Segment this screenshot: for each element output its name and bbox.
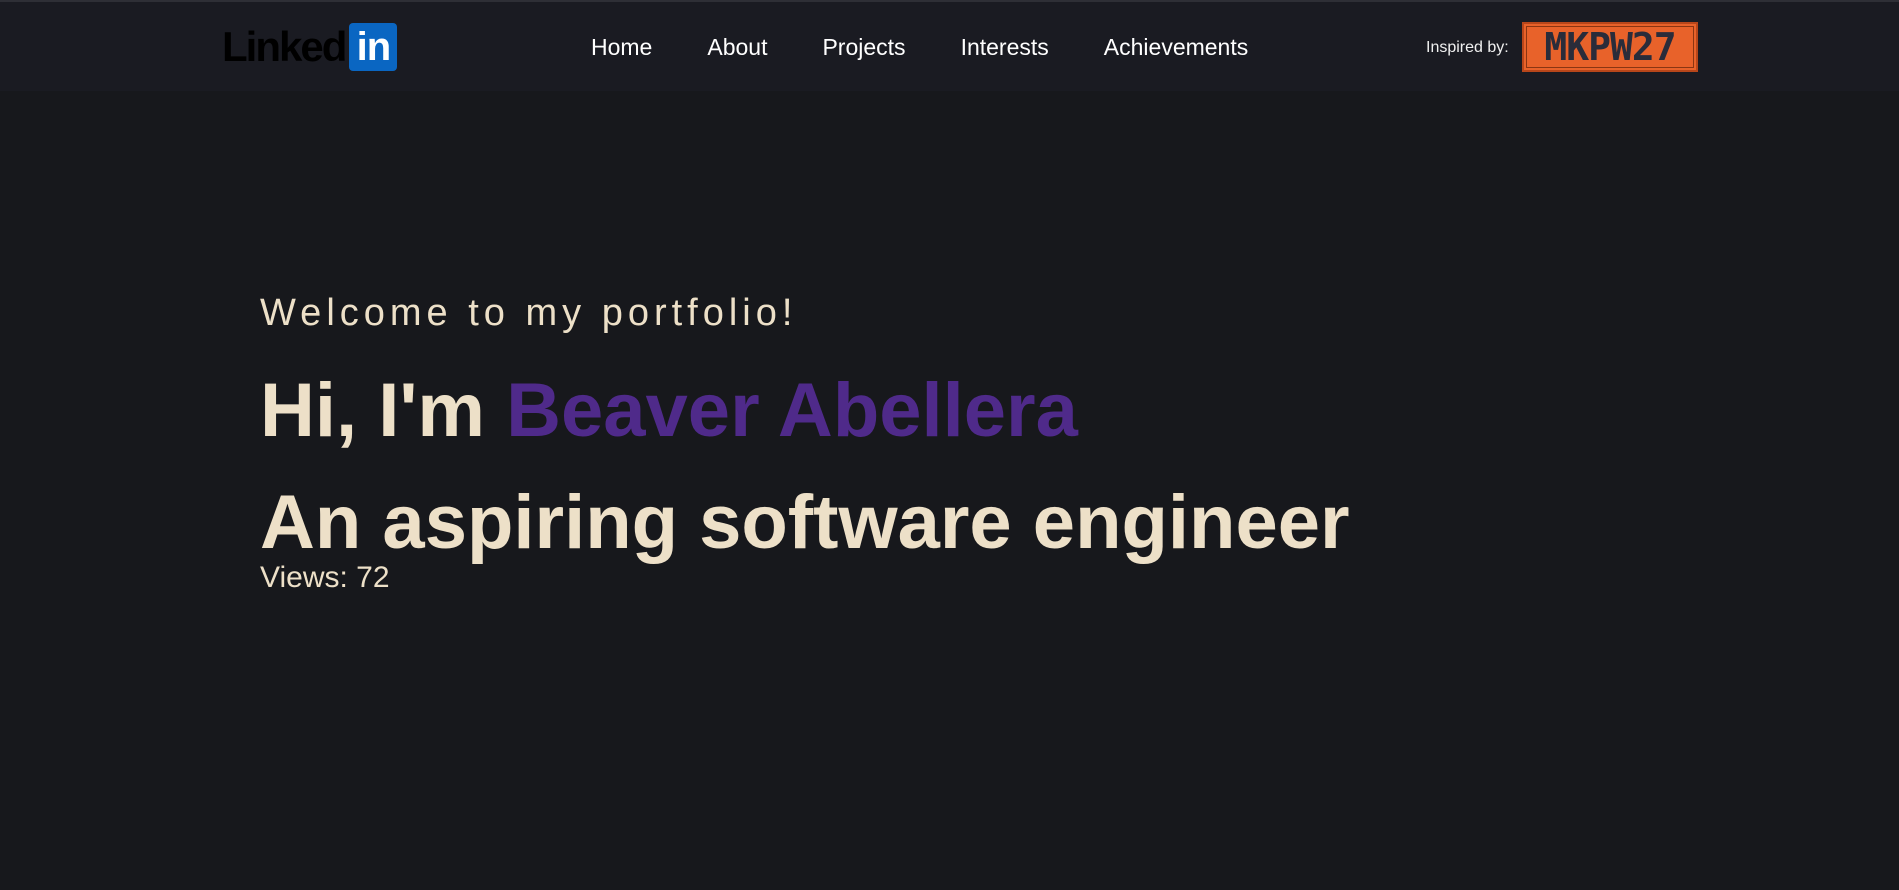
nav-achievements-link[interactable]: Achievements	[1104, 34, 1248, 61]
view-counter: Views: 72	[260, 558, 390, 598]
nav-about-link[interactable]: About	[707, 34, 767, 61]
top-navigation-bar: Linked in Home About Projects Interests …	[0, 0, 1899, 91]
greeting-heading: Hi, I'm Beaver Abellera	[260, 366, 1078, 456]
greeting-prefix: Hi, I'm	[260, 368, 507, 453]
linkedin-logo-link[interactable]: Linked in	[222, 22, 398, 72]
views-count: 72	[356, 561, 390, 594]
nav-home-link[interactable]: Home	[591, 34, 652, 61]
welcome-heading: Welcome to my portfolio!	[260, 292, 798, 334]
tagline-heading: An aspiring software engineer	[260, 480, 1350, 565]
nav-projects-link[interactable]: Projects	[822, 34, 905, 61]
main-nav: Home About Projects Interests Achievemen…	[591, 2, 1303, 93]
owner-name: Beaver Abellera	[506, 368, 1078, 453]
hero-section: Welcome to my portfolio! Hi, I'm Beaver …	[260, 288, 1350, 594]
views-label: Views:	[260, 561, 348, 594]
nav-interests-link[interactable]: Interests	[961, 34, 1049, 61]
inspired-by-badge-link[interactable]: MKPW27	[1522, 22, 1698, 72]
linkedin-logo-icon: in	[349, 23, 398, 71]
inspired-by-badge-text: MKPW27	[1544, 25, 1676, 69]
inspired-by-label: Inspired by:	[1426, 39, 1509, 56]
linkedin-logo-word: Linked	[222, 23, 347, 70]
